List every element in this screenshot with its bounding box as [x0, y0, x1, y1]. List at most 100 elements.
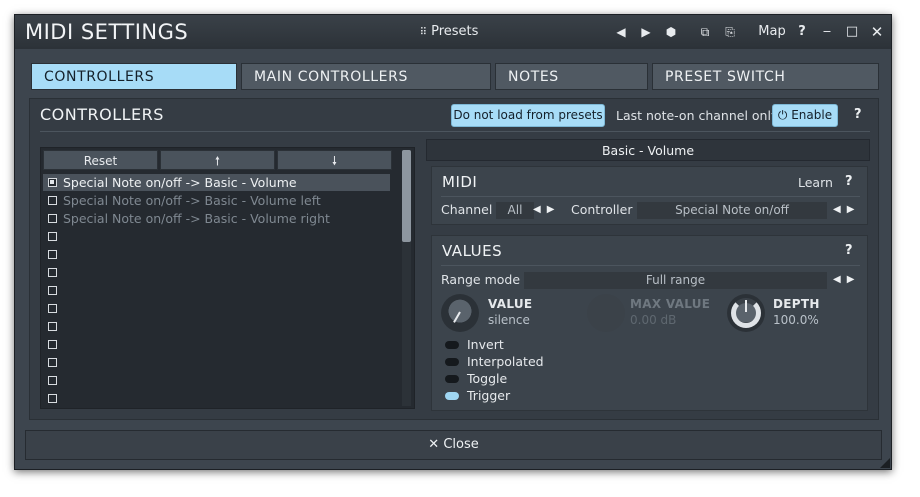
target-header[interactable]: Basic - Volume [426, 139, 870, 161]
checkbox[interactable] [48, 376, 57, 385]
toggle-led [445, 358, 459, 366]
maximize-icon[interactable]: □ [843, 15, 861, 49]
list-item[interactable] [43, 318, 390, 335]
move-up-button[interactable]: 🠕 [160, 150, 275, 170]
list-item[interactable]: Special Note on/off -> Basic - Volume le… [43, 192, 390, 209]
next-preset-icon[interactable]: ▶ [637, 15, 655, 49]
list-item[interactable] [43, 336, 390, 353]
presets-button[interactable]: ⠿ Presets [417, 15, 481, 49]
toggle-led [445, 392, 459, 400]
randomize-icon[interactable]: ⬢ [662, 15, 680, 49]
range-mode-arrows-icon[interactable]: ◀▶ [833, 274, 860, 285]
controllers-panel: CONTROLLERS Do not load from presets Las… [29, 98, 879, 420]
list-item[interactable] [43, 372, 390, 389]
toggle-led [445, 341, 459, 349]
list-item-label: Special Note on/off -> Basic - Volume ri… [63, 211, 330, 226]
list-scrollbar[interactable] [402, 150, 411, 406]
max-value-knob-name: MAX VALUE [630, 297, 711, 311]
channel-label: Channel [441, 202, 493, 217]
divider [441, 196, 860, 197]
list-item[interactable] [43, 228, 390, 245]
midi-help-icon[interactable]: ? [845, 174, 853, 189]
checkbox[interactable] [48, 322, 57, 331]
controllers-help-icon[interactable]: ? [854, 107, 862, 122]
checkbox[interactable] [48, 358, 57, 367]
close-button[interactable]: ✕ Close [25, 430, 882, 460]
value-knob-name: VALUE [488, 297, 533, 311]
value-knob[interactable] [441, 294, 479, 332]
do-not-load-from-presets-button[interactable]: Do not load from presets [451, 104, 605, 127]
close-x-icon: ✕ [428, 437, 440, 452]
range-mode-value[interactable]: Full range [524, 272, 827, 289]
tab-main-controllers[interactable]: MAIN CONTROLLERS [241, 63, 491, 90]
arrow-up-icon: 🠕 [214, 154, 221, 168]
help-icon[interactable]: ? [793, 15, 811, 49]
checkbox[interactable] [48, 286, 57, 295]
channel-value[interactable]: All [496, 202, 534, 219]
checkbox[interactable] [48, 196, 57, 205]
map-button[interactable]: Map [755, 15, 789, 49]
close-label: Close [443, 437, 479, 452]
checkbox[interactable] [48, 178, 57, 187]
list-item-label: Special Note on/off -> Basic - Volume le… [63, 193, 321, 208]
list-item[interactable] [43, 282, 390, 299]
knob-pointer [745, 300, 747, 312]
max-value-knob[interactable] [587, 294, 625, 332]
arrow-down-icon: 🠗 [331, 154, 338, 168]
checkbox[interactable] [48, 250, 57, 259]
prev-preset-icon[interactable]: ◀ [612, 15, 630, 49]
list-item-label: Special Note on/off -> Basic - Volume [63, 175, 297, 190]
toggle-led [445, 375, 459, 383]
max-value-knob-value: 0.00 dB [630, 313, 677, 327]
list-item[interactable] [43, 300, 390, 317]
learn-button[interactable]: Learn [798, 175, 833, 190]
controller-label: Controller [571, 202, 633, 217]
last-note-on-channel-label: Last note-on channel only [616, 108, 779, 123]
controllers-title: CONTROLLERS [40, 105, 164, 124]
value-knob-value: silence [488, 313, 530, 327]
title-bar: MIDI SETTINGS ⠿ Presets ◀ ▶ ⬢ ⧉ ⎘ Map ? … [15, 15, 891, 49]
midi-settings-window: MIDI SETTINGS ⠿ Presets ◀ ▶ ⬢ ⧉ ⎘ Map ? … [14, 14, 892, 470]
paste-icon[interactable]: ⎘ [721, 15, 739, 49]
toggle-label: Toggle [467, 371, 508, 386]
controller-value[interactable]: Special Note on/off [637, 202, 827, 219]
copy-icon[interactable]: ⧉ [696, 15, 714, 49]
enable-button[interactable]: ⏻ Enable [772, 104, 838, 127]
checkbox[interactable] [48, 340, 57, 349]
trigger-label: Trigger [467, 388, 511, 403]
tab-preset-switch[interactable]: PRESET SWITCH [652, 63, 879, 90]
scroll-thumb[interactable] [402, 150, 411, 242]
depth-knob-value: 100.0% [773, 313, 819, 327]
close-icon[interactable]: ✕ [868, 15, 886, 49]
checkbox[interactable] [48, 268, 57, 277]
list-item[interactable] [43, 390, 390, 407]
channel-arrows-icon[interactable]: ◀▶ [533, 204, 560, 215]
move-down-button[interactable]: 🠗 [277, 150, 392, 170]
checkbox[interactable] [48, 214, 57, 223]
checkbox[interactable] [48, 304, 57, 313]
tab-controllers[interactable]: CONTROLLERS [31, 63, 237, 90]
resize-handle-icon[interactable] [880, 458, 890, 468]
depth-knob-name: DEPTH [773, 297, 820, 311]
list-item[interactable]: Special Note on/off -> Basic - Volume ri… [43, 210, 390, 227]
window-title: MIDI SETTINGS [25, 20, 189, 44]
values-panel: VALUES ? Range mode Full range ◀▶ VALUE … [431, 235, 868, 411]
invert-label: Invert [467, 337, 504, 352]
knob-pointer [453, 311, 461, 323]
reset-button[interactable]: Reset [43, 150, 158, 170]
divider [441, 265, 860, 266]
list-item[interactable] [43, 264, 390, 281]
depth-knob[interactable] [727, 294, 765, 332]
list-item[interactable]: Special Note on/off -> Basic - Volume [43, 174, 390, 191]
list-item[interactable] [43, 354, 390, 371]
list-item[interactable] [43, 246, 390, 263]
minimize-icon[interactable]: ‒ [818, 15, 836, 49]
checkbox[interactable] [48, 232, 57, 241]
checkbox[interactable] [48, 394, 57, 403]
values-help-icon[interactable]: ? [845, 243, 853, 258]
interpolated-label: Interpolated [467, 354, 544, 369]
values-title: VALUES [442, 242, 503, 260]
enable-label: Enable [791, 108, 833, 122]
tab-notes[interactable]: NOTES [495, 63, 648, 90]
controller-arrows-icon[interactable]: ◀▶ [833, 204, 860, 215]
